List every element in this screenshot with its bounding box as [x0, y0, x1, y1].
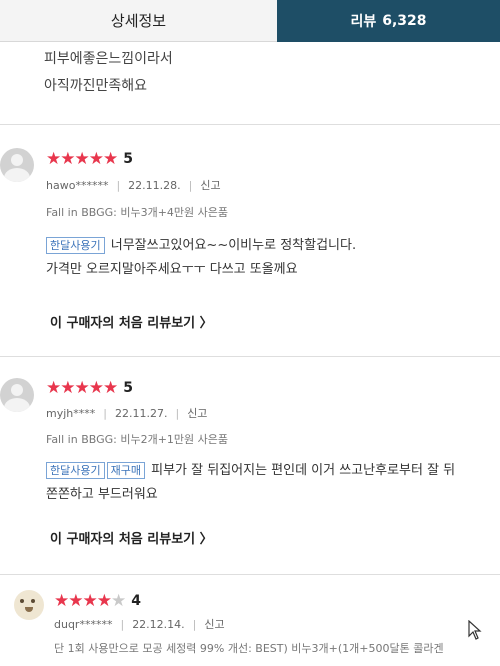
report-link[interactable]: 신고 — [204, 616, 224, 632]
previous-review-line-1: 피부에좋은느낌이라서 — [44, 51, 173, 67]
reviewer-id: duqr****** — [54, 617, 113, 631]
reviewer-id: myjh**** — [46, 406, 96, 420]
rating-score: 4 — [131, 593, 141, 609]
tab-product-info[interactable]: 상세정보 — [0, 0, 277, 42]
avatar — [0, 378, 34, 412]
review-meta: duqr****** | 22.12.14. | 신고 — [54, 616, 225, 632]
review-meta: hawo****** | 22.11.28. | 신고 — [46, 177, 221, 193]
mouse-cursor-icon — [468, 619, 482, 645]
purchase-option: Fall in BBGG: 비누3개+4만원 사은품 — [46, 206, 229, 219]
tab-reviews-label: 리뷰 — [350, 14, 377, 30]
review-item: ★★★★★ 4 duqr****** | 22.12.14. | 신고 단 1회… — [0, 574, 500, 666]
review-item: ★★★★★ 5 hawo****** | 22.11.28. | 신고 Fall… — [0, 124, 500, 354]
previous-review-line-2: 아직까진만족해요 — [44, 78, 148, 94]
separator: | — [103, 406, 107, 420]
review-meta: myjh**** | 22.11.27. | 신고 — [46, 405, 207, 421]
review-text-1: 피부가 잘 뒤집어지는 편인데 이거 쓰고난후로부터 잘 뒤 — [151, 463, 456, 478]
tag-one-month: 한달사용기 — [46, 237, 105, 254]
tab-reviews[interactable]: 리뷰 6,328 — [277, 0, 500, 42]
rating: ★★★★★ 5 — [46, 150, 133, 168]
tag-repurchase: 재구매 — [106, 462, 145, 479]
review-line-1: 한달사용기 너무잘쓰고있어요~~이비누로 정착할겁니다. — [46, 234, 500, 258]
review-body: 한달사용기 너무잘쓰고있어요~~이비누로 정착할겁니다. 가격만 오르지말아주세… — [46, 234, 500, 282]
review-tabs: 상세정보 리뷰 6,328 — [0, 0, 500, 42]
rating-score: 5 — [123, 151, 133, 167]
star-rating-icon: ★★★★★ — [54, 591, 126, 611]
star-rating-empty: ★ — [110, 591, 126, 611]
purchase-option: 단 1회 사용만으로 모공 세정력 99% 개선: BEST) 비누3개+(1개… — [54, 642, 444, 655]
review-date: 22.11.27. — [114, 406, 168, 420]
rating: ★★★★★ 4 — [54, 592, 141, 610]
review-body: 한달사용기 재구매 피부가 잘 뒤집어지는 편인데 이거 쓰고난후로부터 잘 뒤 … — [46, 459, 500, 507]
avatar — [0, 148, 34, 182]
first-review-link[interactable]: 이 구매자의 처음 리뷰보기 〉 — [50, 528, 213, 547]
review-date: 22.12.14. — [132, 617, 185, 631]
rating-score: 5 — [123, 380, 133, 396]
tab-product-info-label: 상세정보 — [110, 12, 167, 30]
separator: | — [120, 617, 125, 631]
tag-one-month: 한달사용기 — [46, 462, 105, 479]
separator: | — [175, 406, 180, 420]
previous-review-text: 피부에좋은느낌이라서 아직까진만족해요 — [44, 46, 173, 100]
separator: | — [116, 178, 121, 192]
report-link[interactable]: 신고 — [187, 405, 207, 421]
first-review-link[interactable]: 이 구매자의 처음 리뷰보기 〉 — [50, 312, 213, 331]
separator: | — [192, 617, 197, 631]
rating: ★★★★★ 5 — [46, 379, 133, 397]
review-text-2: 쫀쫀하고 부드러워요 — [46, 487, 158, 502]
star-rating-icon: ★★★★★ — [46, 378, 118, 398]
reviewer-id: hawo****** — [46, 178, 109, 192]
separator: | — [188, 178, 193, 192]
review-text-2: 가격만 오르지말아주세요ㅜㅜ 다쓰고 또올께요 — [46, 262, 298, 277]
star-rating-icon: ★★★★★ — [46, 149, 118, 169]
avatar — [14, 590, 44, 620]
purchase-option: Fall in BBGG: 비누2개+1만원 사은품 — [46, 433, 229, 446]
report-link[interactable]: 신고 — [200, 177, 220, 193]
review-item: ★★★★★ 5 myjh**** | 22.11.27. | 신고 Fall i… — [0, 356, 500, 576]
tab-reviews-count: 6,328 — [382, 13, 427, 29]
review-text-1: 너무잘쓰고있어요~~이비누로 정착할겁니다. — [110, 238, 357, 253]
review-date: 22.11.28. — [128, 178, 181, 192]
star-rating-filled: ★★★★ — [54, 591, 112, 611]
review-line-1: 한달사용기 재구매 피부가 잘 뒤집어지는 편인데 이거 쓰고난후로부터 잘 뒤 — [46, 459, 500, 483]
